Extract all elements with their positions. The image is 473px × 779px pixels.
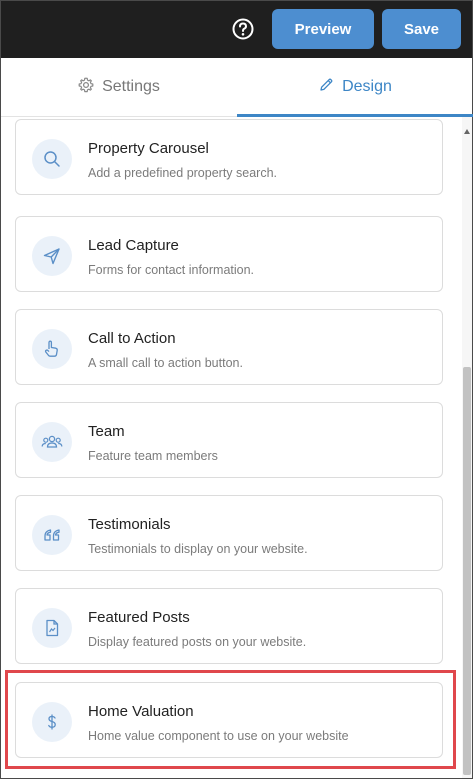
quote-icon	[32, 515, 72, 555]
preview-button[interactable]: Preview	[272, 9, 374, 49]
component-card-home-valuation[interactable]: Home Valuation Home value component to u…	[15, 682, 443, 758]
component-description: Feature team members	[88, 449, 218, 463]
component-description: Home value component to use on your webs…	[88, 729, 349, 743]
top-toolbar: Preview Save	[1, 1, 472, 58]
component-description: A small call to action button.	[88, 356, 243, 370]
scroll-up-arrow-icon[interactable]	[464, 129, 470, 134]
save-button[interactable]: Save	[382, 9, 461, 49]
component-card-team[interactable]: Team Feature team members	[15, 402, 443, 478]
component-card-testimonials[interactable]: Testimonials Testimonials to display on …	[15, 495, 443, 571]
component-title: Team	[88, 423, 125, 440]
component-card-featured-posts[interactable]: Featured Posts Display featured posts on…	[15, 588, 443, 664]
search-icon	[32, 139, 72, 179]
component-description: Forms for contact information.	[88, 263, 255, 277]
document-icon	[32, 608, 72, 648]
component-card-lead-capture[interactable]: Lead Capture Forms for contact informati…	[15, 216, 443, 292]
scrollbar-thumb[interactable]	[463, 367, 471, 775]
tab-settings[interactable]: Settings	[1, 58, 237, 116]
component-card-property-carousel[interactable]: Property Carousel Add a predefined prope…	[15, 119, 443, 195]
component-title: Featured Posts	[88, 609, 190, 626]
component-title: Property Carousel	[88, 140, 209, 157]
dollar-icon	[32, 702, 72, 742]
component-description: Display featured posts on your website.	[88, 635, 307, 649]
gear-icon	[78, 77, 102, 98]
send-icon	[32, 236, 72, 276]
component-list: Property Carousel Add a predefined prope…	[1, 117, 472, 778]
tab-design[interactable]: Design	[237, 58, 473, 117]
component-title: Testimonials	[88, 516, 171, 533]
component-card-call-to-action[interactable]: Call to Action A small call to action bu…	[15, 309, 443, 385]
component-description: Add a predefined property search.	[88, 166, 278, 180]
pointer-hand-icon	[32, 329, 72, 369]
question-circle-icon[interactable]	[232, 18, 254, 40]
panel-tabs: Settings Design	[1, 58, 473, 117]
component-description: Testimonials to display on your website.	[88, 542, 308, 556]
users-icon	[32, 422, 72, 462]
tab-design-label: Design	[342, 78, 392, 95]
component-title: Home Valuation	[88, 703, 194, 720]
component-title: Call to Action	[88, 330, 176, 347]
pencil-icon	[318, 77, 342, 98]
tab-settings-label: Settings	[102, 78, 160, 95]
component-title: Lead Capture	[88, 237, 179, 254]
